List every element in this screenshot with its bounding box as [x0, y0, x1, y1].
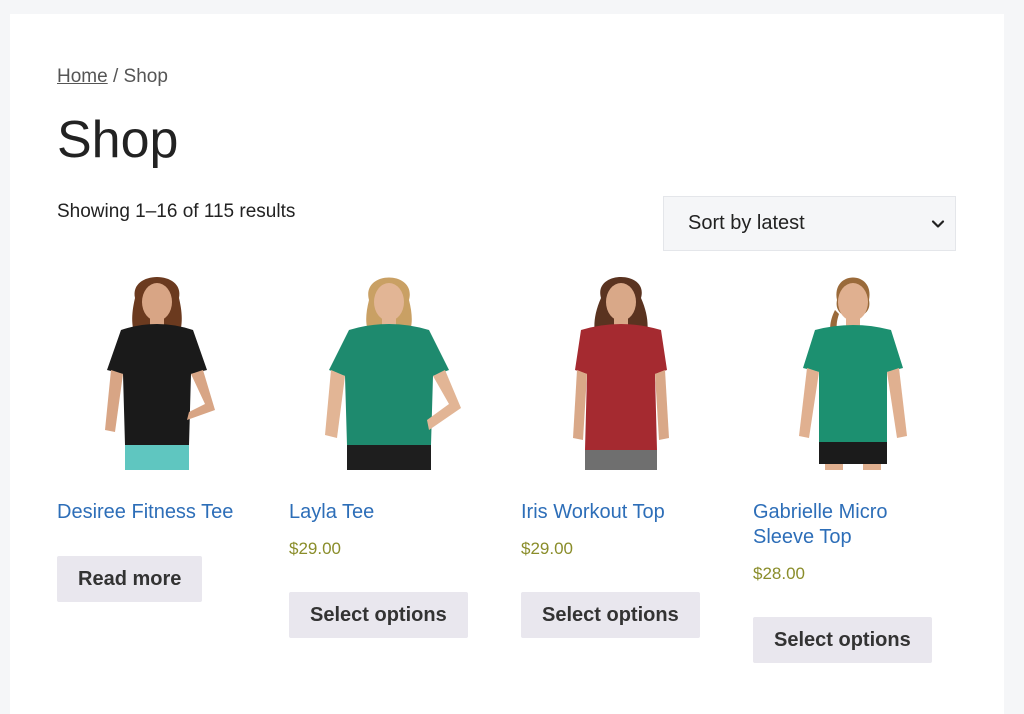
product-name-link[interactable]: Gabrielle Micro Sleeve Top: [753, 500, 943, 550]
select-options-button[interactable]: Select options: [753, 617, 932, 663]
product-image[interactable]: [289, 270, 489, 474]
product-image[interactable]: [521, 270, 721, 474]
select-options-button[interactable]: Select options: [289, 592, 468, 638]
product-name-link[interactable]: Desiree Fitness Tee: [57, 500, 247, 525]
product-card: Iris Workout Top $29.00 Select options: [521, 270, 721, 638]
breadcrumb: Home / Shop: [57, 66, 168, 88]
breadcrumb-separator: /: [107, 66, 124, 87]
product-price: $28.00: [753, 564, 805, 583]
chevron-down-icon: [931, 217, 945, 231]
product-card: Desiree Fitness Tee Read more: [57, 270, 257, 602]
product-card: Layla Tee $29.00 Select options: [289, 270, 489, 638]
page-container: Home / Shop Shop Showing 1–16 of 115 res…: [10, 14, 1004, 714]
product-price: $29.00: [521, 539, 573, 558]
read-more-button[interactable]: Read more: [57, 556, 203, 602]
result-count: Showing 1–16 of 115 results: [57, 201, 296, 222]
breadcrumb-current: Shop: [123, 66, 168, 87]
product-name-link[interactable]: Layla Tee: [289, 500, 479, 525]
product-image[interactable]: [57, 270, 257, 474]
product-image[interactable]: [753, 270, 953, 474]
select-options-button[interactable]: Select options: [521, 592, 700, 638]
sort-selected-value: Sort by latest: [688, 212, 805, 234]
page-title: Shop: [57, 111, 179, 169]
product-name-link[interactable]: Iris Workout Top: [521, 500, 711, 525]
breadcrumb-home-link[interactable]: Home: [57, 66, 108, 87]
product-price: $29.00: [289, 539, 341, 558]
sort-select[interactable]: Sort by latest: [663, 196, 956, 251]
product-card: Gabrielle Micro Sleeve Top $28.00 Select…: [753, 270, 953, 663]
